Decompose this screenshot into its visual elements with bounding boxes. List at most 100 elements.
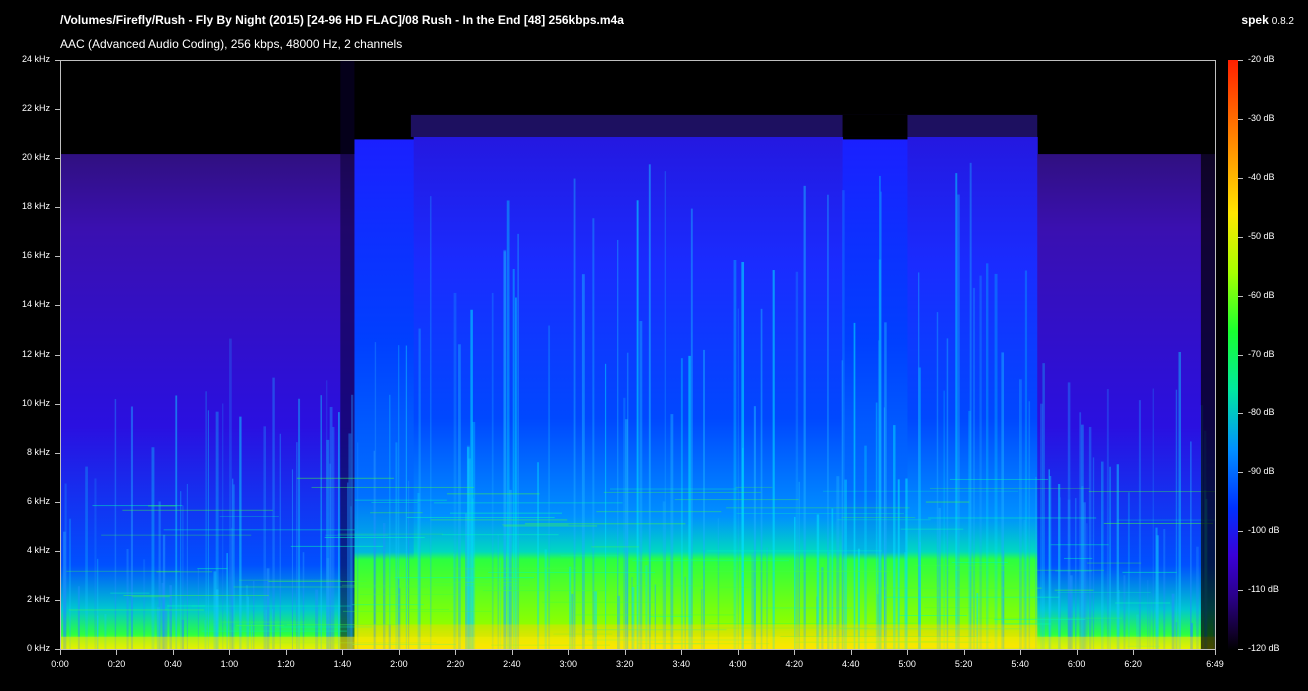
transient-streak (374, 342, 377, 649)
harmonic-line (975, 617, 1123, 619)
y-tick-mark (55, 599, 60, 601)
transient-streak (617, 239, 619, 649)
harmonic-line (101, 534, 252, 536)
x-tick-label: 3:20 (616, 659, 634, 669)
transient-streak (114, 399, 117, 649)
transient-streak (1059, 497, 1061, 649)
transient-streak (151, 447, 155, 649)
y-tick-label: 22 kHz (21, 103, 50, 114)
app-name: spek (1241, 13, 1269, 27)
x-tick-mark (794, 650, 796, 655)
transient-streak (180, 491, 182, 649)
transient-streak (389, 394, 391, 649)
transient-streak (880, 191, 882, 649)
harmonic-line (841, 517, 916, 519)
harmonic-line (925, 501, 970, 503)
harmonic-line (632, 560, 789, 562)
transient-streak (296, 442, 298, 649)
y-tick-mark (55, 158, 60, 160)
x-tick-mark (1076, 650, 1078, 655)
db-tick-label: -120 dB (1248, 643, 1280, 653)
harmonic-line (68, 609, 205, 611)
x-tick-mark (285, 650, 287, 655)
transient-streak (592, 218, 595, 649)
transient-streak (162, 534, 166, 649)
harmonic-line (541, 601, 656, 603)
y-tick-label: 24 kHz (21, 54, 50, 64)
transient-streak (1088, 426, 1092, 649)
y-tick-label: 14 kHz (21, 299, 50, 310)
transient-streak (936, 312, 939, 649)
transient-streak (772, 270, 775, 649)
harmonic-line (268, 580, 367, 582)
db-tick-label: -20 dB (1248, 54, 1275, 64)
harmonic-line (233, 586, 430, 588)
transient-streak (803, 185, 806, 649)
transient-streak (688, 355, 691, 649)
x-tick-label: 2:20 (446, 659, 465, 669)
harmonic-line (433, 502, 623, 504)
transient-streak (348, 433, 352, 649)
transient-streak (85, 466, 88, 649)
harmonic-line (1086, 562, 1142, 564)
transient-streak (1092, 457, 1095, 649)
transient-streak (841, 360, 844, 649)
transient-streak (458, 344, 461, 649)
stream-info: AAC (Advanced Audio Coding), 256 kbps, 4… (60, 37, 403, 51)
db-tick-label: -50 dB (1248, 230, 1275, 241)
harmonic-line (290, 545, 384, 547)
x-tick-label: 0:00 (51, 659, 69, 669)
x-tick-label: 0:40 (164, 659, 182, 669)
transient-streak (320, 395, 322, 649)
y-tick-mark (55, 109, 60, 111)
harmonic-line (122, 509, 273, 511)
x-tick-mark (1020, 650, 1022, 655)
harmonic-line (823, 490, 1019, 492)
transient-streak (1178, 352, 1181, 649)
transient-streak (1106, 389, 1109, 649)
harmonic-line (525, 523, 686, 525)
harmonic-line (354, 499, 447, 501)
db-tick-mark (1238, 354, 1243, 356)
transient-streak (466, 447, 470, 649)
transient-streak (1163, 528, 1166, 649)
transient-streak (515, 297, 517, 649)
harmonic-line (1063, 557, 1093, 559)
harmonic-line (406, 516, 555, 518)
transient-streak (878, 340, 880, 649)
harmonic-line (683, 559, 734, 561)
harmonic-line (879, 587, 1042, 589)
transient-streak (429, 196, 432, 649)
transient-streak (94, 478, 97, 649)
x-tick-label: 2:40 (503, 659, 521, 669)
harmonic-line (360, 593, 461, 595)
harmonic-line (488, 571, 656, 573)
transient-streak (1101, 461, 1104, 649)
transient-streak (97, 558, 99, 649)
db-tick-label: -70 dB (1248, 348, 1275, 359)
harmonic-line (131, 596, 170, 598)
x-tick-label: 3:40 (672, 659, 691, 669)
db-tick-mark (1238, 531, 1243, 533)
harmonic-line (342, 610, 492, 612)
harmonic-line (703, 570, 892, 572)
harmonic-line (503, 525, 598, 527)
transient-streak (957, 194, 960, 649)
transient-streak (737, 308, 739, 649)
db-colorbar (1228, 60, 1238, 650)
x-tick-mark (568, 650, 570, 655)
transient-streak (232, 478, 234, 649)
harmonic-line (924, 607, 975, 609)
spectrum-gap (842, 114, 908, 137)
transient-streak (347, 482, 349, 649)
transient-streak (548, 325, 551, 649)
harmonic-line (560, 555, 619, 557)
harmonic-line (502, 524, 569, 526)
transient-streak (680, 358, 683, 649)
db-tick-label: -80 dB (1248, 407, 1275, 418)
x-tick-mark (398, 650, 400, 655)
transient-streak (143, 559, 146, 649)
y-tick-label: 12 kHz (21, 348, 50, 359)
x-tick-mark (116, 650, 118, 655)
transient-streak (955, 173, 958, 649)
